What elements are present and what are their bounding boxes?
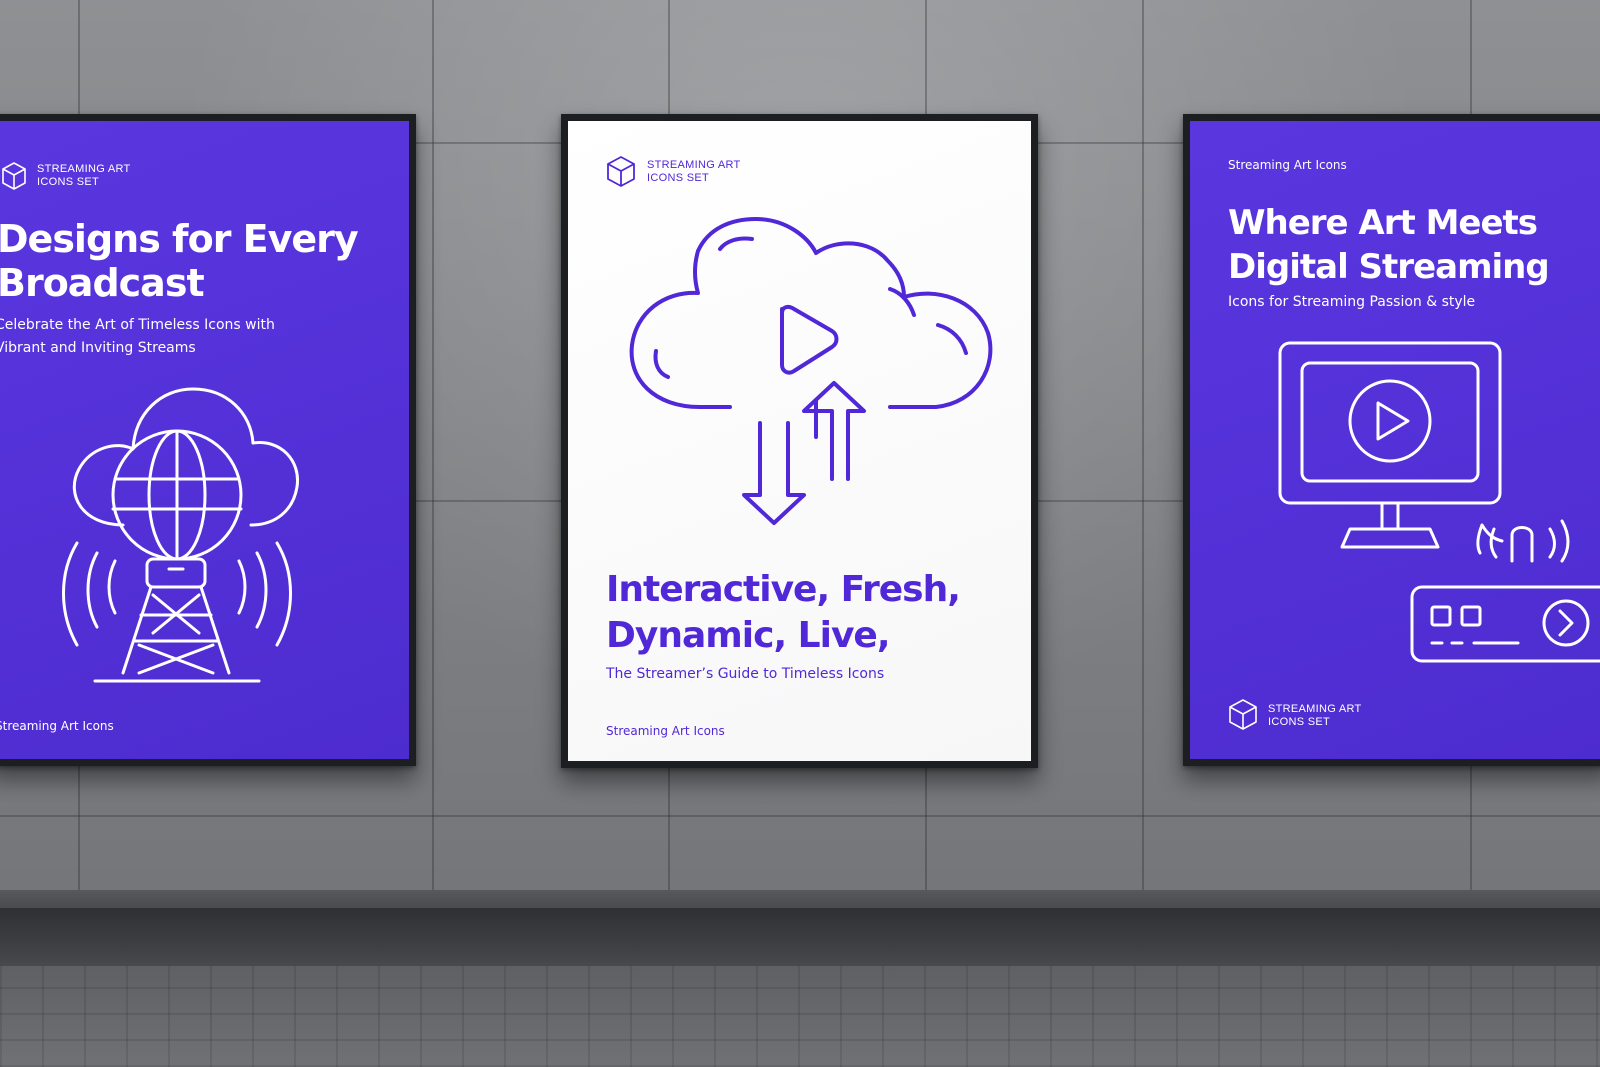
right-headline-line1: Where Art Meets	[1228, 203, 1538, 243]
cube-logo-icon	[1229, 699, 1257, 730]
right-brand: STREAMING ART ICONS SET	[1268, 703, 1362, 729]
right-poster-frame: Streaming Art Icons Where Art Meets Digi…	[1183, 114, 1600, 766]
left-headline: Designs for Every Broadcast	[0, 217, 359, 305]
left-brand-line2: ICONS SET	[37, 176, 99, 188]
right-top-label: Streaming Art Icons	[1228, 158, 1347, 172]
right-headline: Where Art Meets Digital Streaming	[1228, 201, 1550, 289]
center-subtitle: The Streamer’s Guide to Timeless Icons	[606, 666, 885, 682]
left-sub-line1: Celebrate the Art of Timeless Icons with	[0, 317, 275, 333]
center-headline-line2: Dynamic, Live,	[606, 615, 891, 656]
left-sub-line2: Vibrant and Inviting Streams	[0, 340, 196, 356]
cloud-play-upload-download-icon	[629, 217, 993, 525]
center-brand-line1: STREAMING ART	[647, 159, 741, 171]
left-brand-line1: STREAMING ART	[37, 163, 131, 175]
wall-panel-seam	[0, 815, 1600, 817]
left-brand: STREAMING ART ICONS SET	[37, 163, 131, 189]
wall-panel-seam	[432, 0, 434, 890]
ledge-face	[0, 908, 1600, 966]
right-poster: Streaming Art Icons Where Art Meets Digi…	[1190, 121, 1600, 759]
right-brand-line1: STREAMING ART	[1268, 703, 1362, 715]
left-headline-line2: Broadcast	[0, 261, 205, 305]
poster-mockup-scene: STREAMING ART ICONS SET Designs for Ever…	[0, 0, 1600, 1067]
center-headline: Interactive, Fresh, Dynamic, Live,	[606, 567, 961, 659]
center-poster: STREAMING ART ICONS SET Interactive, Fre…	[568, 121, 1031, 761]
left-headline-line1: Designs for Every	[0, 217, 359, 261]
center-poster-frame: STREAMING ART ICONS SET Interactive, Fre…	[561, 114, 1038, 768]
left-footer: Streaming Art Icons	[0, 719, 114, 733]
center-headline-line1: Interactive, Fresh,	[606, 569, 961, 610]
center-brand: STREAMING ART ICONS SET	[647, 159, 741, 185]
cloud-globe-broadcast-tower-icon	[62, 387, 299, 683]
left-poster-frame: STREAMING ART ICONS SET Designs for Ever…	[0, 114, 416, 766]
center-footer: Streaming Art Icons	[606, 724, 725, 738]
wall-panel-seam	[1142, 0, 1144, 890]
right-headline-line2: Digital Streaming	[1228, 247, 1550, 287]
cube-logo-icon	[2, 162, 26, 190]
right-subtitle: Icons for Streaming Passion & style	[1228, 294, 1476, 310]
left-poster: STREAMING ART ICONS SET Designs for Ever…	[0, 121, 409, 759]
monitor-play-router-icon	[1278, 341, 1600, 663]
wall-ledge	[0, 890, 1600, 908]
left-subline: Celebrate the Art of Timeless Icons with…	[0, 314, 275, 360]
paved-ground	[0, 966, 1600, 1067]
right-brand-line2: ICONS SET	[1268, 716, 1330, 728]
center-brand-line2: ICONS SET	[647, 172, 709, 184]
cube-logo-icon	[607, 156, 635, 187]
